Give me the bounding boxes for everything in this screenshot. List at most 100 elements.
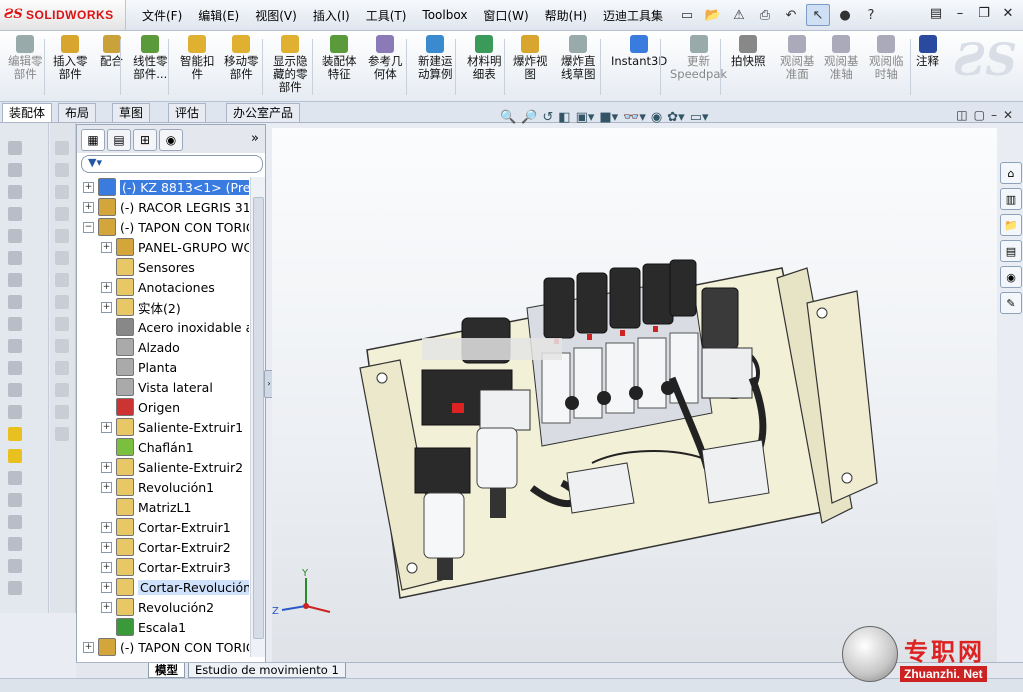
tree-item[interactable]: + Saliente-Extruir2	[101, 457, 243, 477]
tab-4[interactable]: 办公室产品	[226, 103, 301, 122]
tree-item[interactable]: + Cortar-Extruir2	[101, 537, 231, 557]
tree-scrollbar[interactable]	[250, 177, 265, 657]
minimize-icon[interactable]: –	[949, 3, 971, 23]
expand-toggle-icon[interactable]: −	[83, 221, 94, 233]
tree-item[interactable]: + Cortar-Revolución2	[101, 577, 249, 597]
expand-toggle-icon[interactable]: +	[101, 421, 112, 433]
configuration-tab-icon[interactable]: ⊞	[133, 129, 157, 151]
left-tool-icon[interactable]	[8, 427, 22, 441]
command-button[interactable]: 注释	[916, 35, 939, 97]
doc-tile-icon[interactable]: ▢	[974, 108, 985, 122]
tree-item[interactable]: + Revolución1	[101, 477, 214, 497]
command-button[interactable]: 新建运 动算例	[418, 35, 453, 97]
tree-item[interactable]: + 实体(2)	[101, 297, 181, 317]
tree-item[interactable]: + Cortar-Extruir3	[101, 557, 231, 577]
doc-close-icon[interactable]: ✕	[1003, 108, 1013, 122]
expand-toggle-icon[interactable]: +	[83, 181, 94, 193]
command-button[interactable]: 爆炸直 线草图	[561, 35, 596, 97]
left-tool-icon[interactable]	[55, 163, 69, 177]
expand-toggle-icon[interactable]: +	[83, 641, 94, 653]
view-settings-icon[interactable]: ▭▾	[690, 110, 709, 125]
left-tool-icon[interactable]	[8, 449, 22, 463]
command-button[interactable]: 线性零 部件...	[133, 35, 168, 97]
expand-toggle-icon[interactable]: +	[101, 561, 112, 573]
section-view-icon[interactable]: ◧	[558, 110, 570, 125]
command-button[interactable]: 爆炸视 图	[513, 35, 548, 97]
command-button[interactable]: 装配体 特征	[322, 35, 357, 97]
tree-item[interactable]: + Saliente-Extruir1	[101, 417, 243, 437]
left-tool-icon[interactable]	[55, 317, 69, 331]
command-button[interactable]: 材料明 细表	[467, 35, 502, 97]
expand-toggle-icon[interactable]: +	[101, 461, 112, 473]
left-tool-icon[interactable]	[55, 361, 69, 375]
left-tool-icon[interactable]	[55, 427, 69, 441]
command-button[interactable]: Instant3D	[611, 35, 667, 97]
menu-item[interactable]: Toolbox	[414, 8, 475, 22]
zoom-area-icon[interactable]: 🔎	[521, 110, 537, 125]
view-orientation-icon[interactable]: ▣▾	[576, 110, 595, 125]
expand-toggle-icon[interactable]: +	[101, 481, 112, 493]
expand-toggle-icon[interactable]: +	[101, 541, 112, 553]
command-button[interactable]: 插入零 部件	[53, 35, 88, 97]
custom-properties-icon[interactable]: ✎	[1000, 292, 1022, 314]
left-tool-icon[interactable]	[8, 361, 22, 375]
left-tool-icon[interactable]	[8, 471, 22, 485]
print-icon[interactable]: ⎙	[754, 5, 776, 25]
property-manager-tab-icon[interactable]: ▤	[107, 129, 131, 151]
select-icon[interactable]: ↖	[806, 4, 830, 26]
scroll-thumb[interactable]	[253, 197, 264, 639]
expand-toggle-icon[interactable]: +	[101, 241, 112, 253]
left-tool-icon[interactable]	[55, 383, 69, 397]
left-tool-icon[interactable]	[55, 295, 69, 309]
tree-item[interactable]: Alzado	[101, 337, 180, 357]
tree-item[interactable]: Sensores	[101, 257, 195, 277]
left-tool-icon[interactable]	[55, 141, 69, 155]
left-tool-icon[interactable]	[55, 339, 69, 353]
left-tool-icon[interactable]	[8, 229, 22, 243]
left-tool-icon[interactable]	[8, 559, 22, 573]
left-tool-icon[interactable]	[8, 317, 22, 331]
tree-item[interactable]: − (-) TAPON CON TORIC	[83, 217, 249, 237]
feature-tree-tab-icon[interactable]: ▦	[81, 129, 105, 151]
new-icon[interactable]: ▭	[676, 5, 698, 25]
command-button[interactable]: 移动零 部件	[224, 35, 259, 97]
restore-icon[interactable]: ❐	[973, 3, 995, 23]
tree-item[interactable]: Origen	[101, 397, 180, 417]
tab-1[interactable]: 布局	[58, 103, 97, 122]
left-tool-icon[interactable]	[8, 185, 22, 199]
left-tool-icon[interactable]	[55, 405, 69, 419]
left-tool-icon[interactable]	[55, 207, 69, 221]
tree-item[interactable]: + Cortar-Extruir1	[101, 517, 231, 537]
previous-view-icon[interactable]: ↺	[542, 110, 553, 125]
menu-item[interactable]: 迈迪工具集	[595, 7, 671, 24]
filter-field[interactable]: ▼▾	[81, 155, 263, 173]
design-library-icon[interactable]: ▥	[1000, 188, 1022, 210]
command-button[interactable]: 参考几 何体	[368, 35, 403, 97]
left-tool-icon[interactable]	[8, 515, 22, 529]
edit-appearance-icon[interactable]: ◉	[651, 110, 662, 125]
help-icon[interactable]: ?	[860, 5, 882, 25]
expand-toggle-icon[interactable]: +	[101, 281, 112, 293]
left-tool-icon[interactable]	[8, 339, 22, 353]
tree-item[interactable]: + (-) TAPON CON TORIC	[83, 637, 249, 657]
tab-2[interactable]: 草图	[112, 103, 151, 122]
resources-icon[interactable]: ⌂	[1000, 162, 1022, 184]
tree-item[interactable]: Planta	[101, 357, 177, 377]
left-tool-icon[interactable]	[8, 581, 22, 595]
tree-item[interactable]: Vista lateral	[101, 377, 213, 397]
command-button[interactable]: 显示隐 藏的零 部件	[273, 35, 308, 97]
appearance-tab-icon[interactable]: ◉	[159, 129, 183, 151]
bottom-tab-0[interactable]: 模型	[148, 663, 185, 678]
left-tool-icon[interactable]	[55, 273, 69, 287]
left-tool-icon[interactable]	[8, 163, 22, 177]
menu-item[interactable]: 插入(I)	[305, 7, 358, 24]
bottom-tab-1[interactable]: Estudio de movimiento 1	[188, 663, 346, 678]
command-button[interactable]: 观阅基 准面	[780, 35, 815, 97]
undo-icon[interactable]: ↶	[780, 5, 802, 25]
left-tool-icon[interactable]	[8, 383, 22, 397]
display-style-icon[interactable]: ■▾	[599, 110, 618, 125]
tree-item[interactable]: + (-) KZ 8813<1> (Prede	[83, 177, 249, 197]
expand-panel-icon[interactable]: »	[251, 131, 259, 146]
save-icon[interactable]: ⚠	[728, 5, 750, 25]
appearances-icon[interactable]: ◉	[1000, 266, 1022, 288]
